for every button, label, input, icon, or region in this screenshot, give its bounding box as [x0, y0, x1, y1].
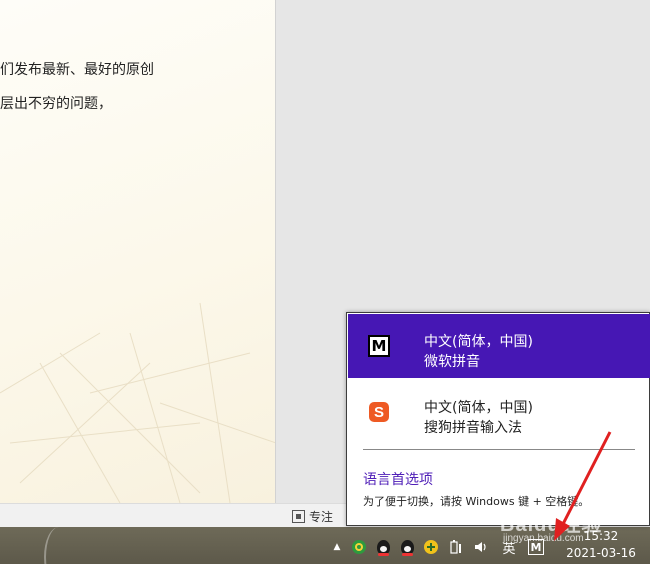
- popup-divider: [363, 449, 635, 450]
- qq-tray-icon[interactable]: [374, 538, 392, 556]
- input-method-popup: M 中文(简体，中国) 微软拼音 S 中文(简体，中国) 搜狗拼音输入法 语言首…: [346, 312, 650, 526]
- sogou-pinyin-icon: S: [368, 401, 390, 423]
- plus-app-tray-icon[interactable]: [422, 538, 440, 556]
- qq-tray-icon[interactable]: [398, 538, 416, 556]
- battery-icon: [450, 540, 461, 554]
- green-app-tray-icon[interactable]: [350, 538, 368, 556]
- focus-mode-button[interactable]: 专注: [292, 507, 333, 525]
- show-hidden-icons-button[interactable]: ▲: [328, 538, 346, 556]
- svg-text:S: S: [374, 404, 384, 421]
- ime-item-sogou-pinyin[interactable]: S 中文(简体，中国) 搜狗拼音输入法: [348, 380, 650, 444]
- battery-tray-icon[interactable]: [448, 538, 466, 556]
- document-text-line: 们发布最新、最好的原创: [0, 62, 154, 78]
- language-preferences-link[interactable]: 语言首选项: [363, 469, 433, 489]
- clock-date: 2021-03-16: [566, 546, 636, 560]
- ime-item-microsoft-pinyin[interactable]: M 中文(简体，中国) 微软拼音: [348, 314, 650, 378]
- ime-language-name: 中文(简体，中国): [424, 334, 533, 350]
- speaker-icon: [475, 542, 486, 552]
- green-app-icon: [352, 540, 366, 554]
- qq-penguin-icon: [400, 539, 414, 556]
- microsoft-pinyin-icon: M: [368, 335, 390, 357]
- document-page[interactable]: 们发布最新、最好的原创 层出不穷的问题，: [0, 0, 276, 503]
- background-sketch: [0, 302, 275, 503]
- switch-hint-text: 为了便于切换，请按 Windows 键 + 空格键。: [363, 495, 590, 508]
- ime-method-name: 搜狗拼音输入法: [424, 420, 522, 436]
- ime-method-name: 微软拼音: [424, 354, 480, 370]
- focus-mode-label: 专注: [309, 509, 334, 524]
- plus-app-icon: [424, 540, 438, 554]
- qq-penguin-icon: [376, 539, 390, 556]
- focus-icon: [292, 509, 305, 523]
- ime-language-name: 中文(简体，中国): [424, 400, 533, 416]
- baidu-watermark-url: jingyan.baidu.com: [503, 533, 584, 544]
- document-text-line: 层出不穷的问题，: [0, 96, 112, 112]
- volume-tray-icon[interactable]: [472, 538, 490, 556]
